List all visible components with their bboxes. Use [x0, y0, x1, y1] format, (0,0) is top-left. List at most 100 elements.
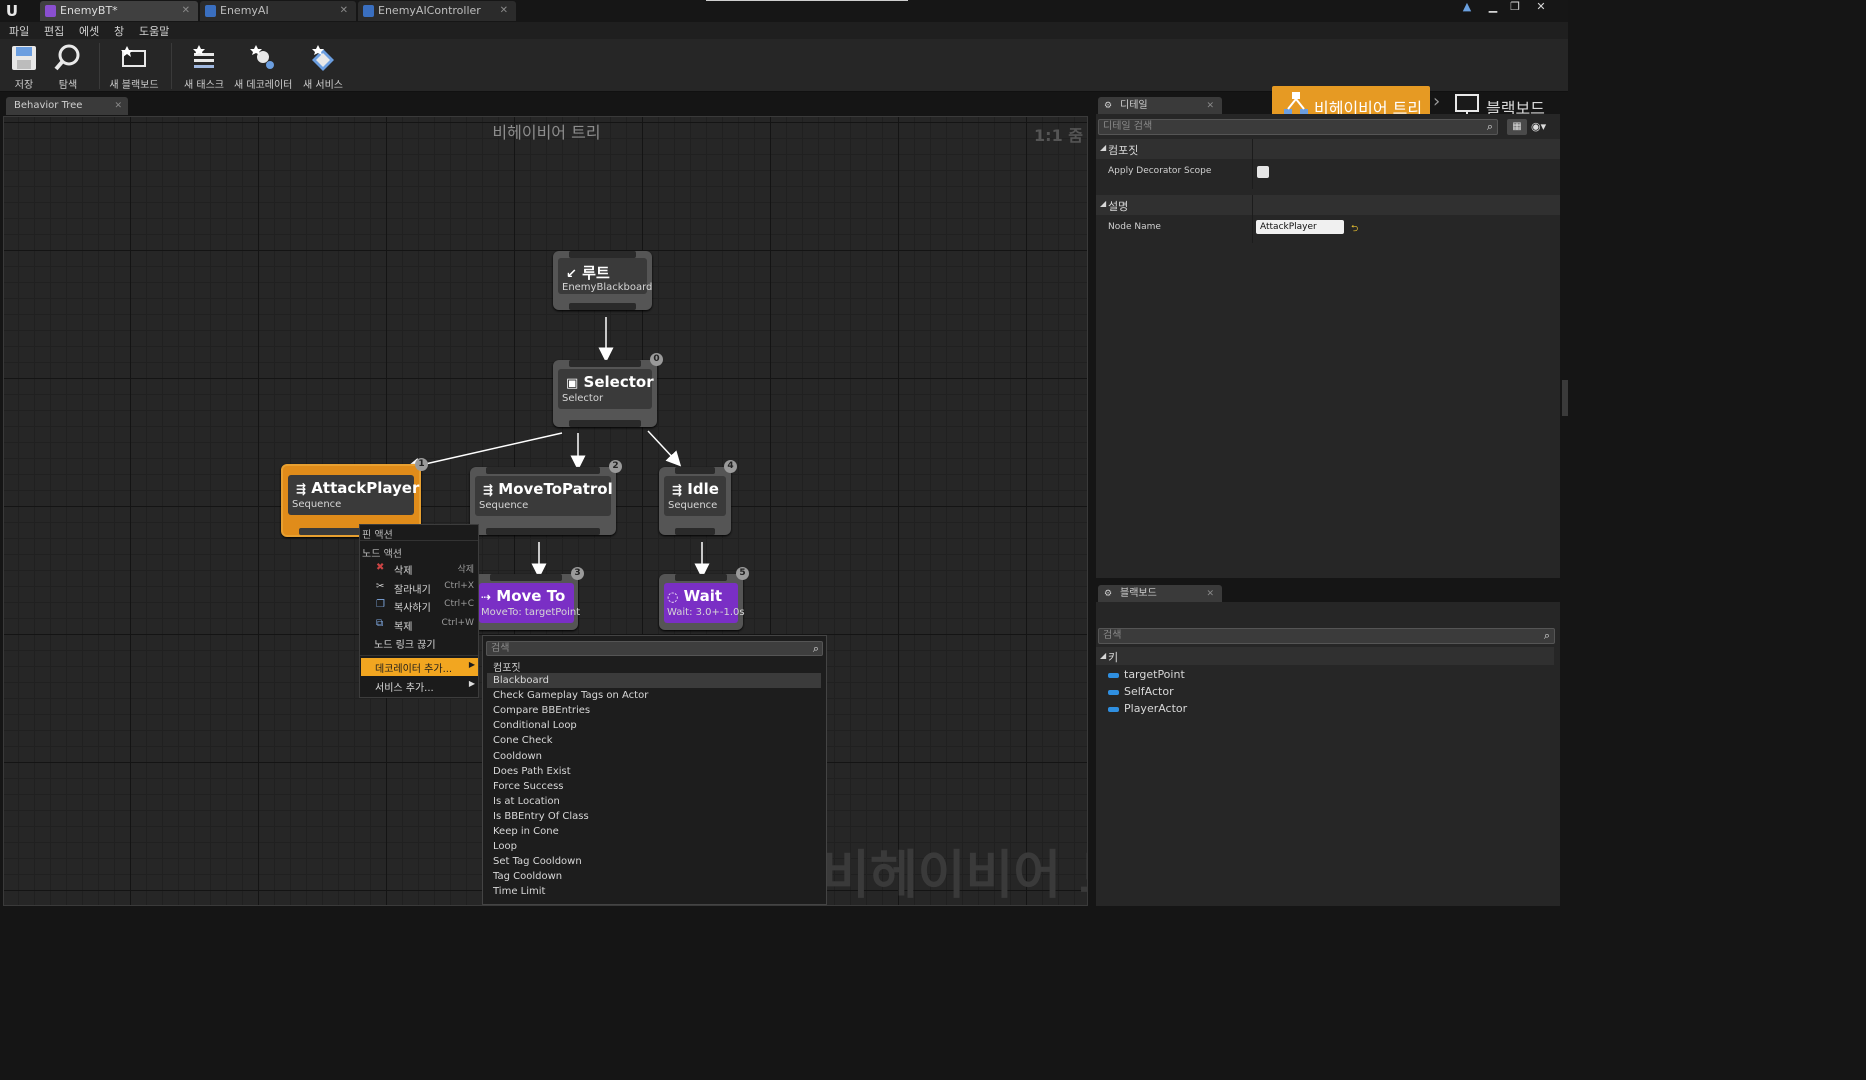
blueprint-asset-icon: [205, 5, 216, 17]
reset-to-default-icon[interactable]: ⮌: [1351, 221, 1358, 237]
decorator-option[interactable]: Time Limit: [487, 884, 821, 899]
node-subtitle: Sequence: [668, 500, 718, 511]
close-window-icon[interactable]: ✕: [1530, 0, 1552, 14]
property-matrix-icon[interactable]: ▦: [1507, 119, 1527, 135]
blackboard-key[interactable]: PlayerActor: [1108, 702, 1187, 715]
node-selector[interactable]: ▣ Selector Selector 0: [553, 353, 663, 427]
menu-asset[interactable]: 에셋: [79, 23, 99, 39]
new-task-button[interactable]: 새 태스크: [175, 41, 233, 91]
decorator-option[interactable]: Cooldown: [487, 749, 821, 764]
menu-copy[interactable]: ❐ 복사하기 Ctrl+C: [374, 597, 476, 615]
close-icon[interactable]: ✕: [500, 1, 508, 21]
menu-help[interactable]: 도움말: [139, 23, 169, 39]
learn-cap-icon[interactable]: ▲: [1456, 0, 1478, 14]
category-composite[interactable]: ◢ 컴포짓: [1096, 139, 1560, 159]
node-title: Idle: [687, 480, 719, 498]
node-output-pin[interactable]: [569, 303, 636, 310]
decorator-option[interactable]: Conditional Loop: [487, 718, 821, 733]
node-move-to[interactable]: ⇢ Move To MoveTo: targetPoint 3: [474, 567, 584, 630]
toolbar-separator: [99, 43, 100, 89]
decorator-option[interactable]: Keep in Cone: [487, 824, 821, 839]
details-tab[interactable]: ⚙ 디테일 ✕: [1098, 97, 1222, 115]
decorator-option[interactable]: Tag Cooldown: [487, 869, 821, 884]
new-blackboard-button[interactable]: 새 블랙보드: [105, 41, 163, 91]
node-input-pin[interactable]: [490, 574, 562, 581]
node-subtitle: MoveTo: targetPoint: [481, 607, 581, 618]
eye-icon[interactable]: ◉▾: [1531, 119, 1557, 135]
doc-tab-label: EnemyAI: [220, 4, 269, 17]
menu-duplicate[interactable]: ⧉ 복제 Ctrl+W: [374, 616, 476, 634]
keys-category[interactable]: ◢ 키: [1096, 647, 1554, 665]
restore-icon[interactable]: ❐: [1504, 0, 1526, 14]
node-output-pin[interactable]: [675, 528, 715, 535]
title-highlight-line: [706, 0, 908, 1]
close-icon[interactable]: ✕: [340, 1, 348, 21]
search-icon: [53, 43, 83, 73]
behavior-tree-graph-tab[interactable]: Behavior Tree ✕: [6, 97, 128, 115]
node-output-pin[interactable]: [486, 528, 600, 535]
node-input-pin[interactable]: [486, 467, 600, 474]
node-title: 루트: [582, 264, 610, 282]
decorator-option[interactable]: Blackboard: [487, 673, 821, 688]
node-move-to-patrol[interactable]: ⇶ MoveToPatrol Sequence 2: [470, 460, 622, 535]
close-icon[interactable]: ✕: [1206, 585, 1214, 603]
close-icon[interactable]: ✕: [1206, 97, 1214, 115]
search-icon: ⌕: [812, 642, 819, 655]
doc-tab-enemyaicontroller[interactable]: EnemyAIController ✕: [358, 1, 516, 21]
decorator-option[interactable]: Set Tag Cooldown: [487, 854, 821, 869]
node-title: Selector: [583, 373, 654, 391]
decorator-option[interactable]: Force Success: [487, 779, 821, 794]
category-description[interactable]: ◢ 설명: [1096, 195, 1560, 215]
new-decorator-icon: [248, 43, 278, 73]
node-idle[interactable]: ⇶ Idle Sequence 4: [659, 460, 737, 535]
decorator-search-input[interactable]: 검색 ⌕: [486, 641, 823, 656]
apply-decorator-scope-checkbox[interactable]: [1257, 166, 1269, 178]
collapse-arrow-icon: ◢: [1100, 143, 1107, 152]
browse-button[interactable]: 탐색: [39, 41, 97, 91]
menu-cut[interactable]: ✂ 잘라내기 Ctrl+X: [374, 579, 476, 597]
menu-delete[interactable]: ✖ 삭제 삭제: [374, 560, 476, 578]
blackboard-tab[interactable]: ⚙ 블랙보드 ✕: [1098, 585, 1222, 603]
decorator-option[interactable]: Cone Check: [487, 733, 821, 748]
blackboard-search-input[interactable]: 검색 ⌕: [1098, 628, 1555, 644]
close-icon[interactable]: ✕: [182, 1, 190, 21]
scrollbar-thumb[interactable]: [1562, 380, 1568, 416]
minimize-icon[interactable]: ▁: [1482, 0, 1504, 14]
new-decorator-button[interactable]: 새 데코레이터: [234, 41, 292, 91]
menu-file[interactable]: 파일: [9, 23, 29, 39]
details-search-input[interactable]: 디테일 검색 ⌕: [1098, 119, 1498, 135]
doc-tab-enemyai[interactable]: EnemyAI ✕: [200, 1, 356, 21]
node-wait[interactable]: ◌ Wait Wait: 3.0+-1.0s 5: [659, 567, 749, 630]
duplicate-icon: ⧉: [376, 618, 384, 629]
node-root[interactable]: ↙ 루트 EnemyBlackboard: [553, 251, 652, 310]
decorator-option[interactable]: Is at Location: [487, 794, 821, 809]
doc-tab-enemybt[interactable]: EnemyBT* ✕: [40, 1, 198, 21]
node-input-pin[interactable]: [569, 360, 641, 367]
node-input-pin[interactable]: [675, 574, 727, 581]
menu-window[interactable]: 창: [114, 23, 124, 39]
decorator-option[interactable]: Is BBEntry Of Class: [487, 809, 821, 824]
decorator-option[interactable]: Check Gameplay Tags on Actor: [487, 688, 821, 703]
menu-bar: 파일 편집 에셋 창 도움말: [0, 22, 1568, 39]
decorator-option[interactable]: Compare BBEntries: [487, 703, 821, 718]
node-subtitle: Sequence: [292, 499, 342, 510]
menu-add-decorator[interactable]: 데코레이터 추가... ▶: [361, 658, 478, 676]
execution-index-badge: 0: [650, 353, 663, 366]
unreal-logo-icon[interactable]: U: [3, 2, 21, 20]
decorator-option[interactable]: Loop: [487, 839, 821, 854]
new-service-button[interactable]: 새 서비스: [294, 41, 352, 91]
decorator-option[interactable]: Does Path Exist: [487, 764, 821, 779]
node-input-pin[interactable]: [569, 251, 636, 258]
close-icon[interactable]: ✕: [114, 97, 122, 115]
object-key-icon: [1108, 706, 1119, 712]
node-name-input[interactable]: AttackPlayer: [1256, 220, 1344, 234]
node-input-pin[interactable]: [675, 467, 715, 474]
blackboard-key[interactable]: SelfActor: [1108, 685, 1174, 698]
menu-break-node-links[interactable]: 노드 링크 끊기: [374, 634, 476, 652]
menu-add-service[interactable]: 서비스 추가... ▶: [361, 677, 478, 695]
blackboard-key[interactable]: targetPoint: [1108, 668, 1185, 681]
node-context-menu: 핀 액션 노드 액션 ✖ 삭제 삭제 ✂ 잘라내기 Ctrl+X ❐ 복사하기 …: [359, 524, 479, 698]
object-key-icon: [1108, 672, 1119, 678]
menu-edit[interactable]: 편집: [44, 23, 64, 39]
node-output-pin[interactable]: [569, 420, 641, 427]
